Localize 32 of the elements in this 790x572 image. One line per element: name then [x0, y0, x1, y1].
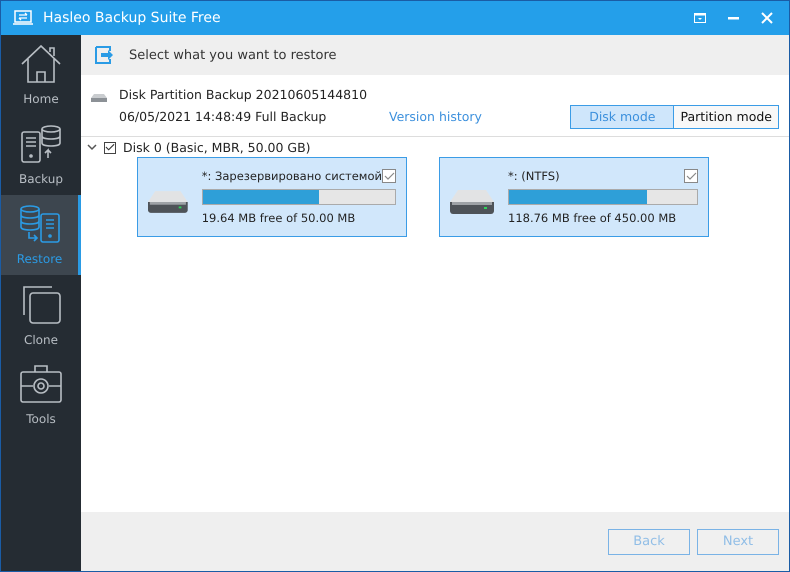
hard-drive-icon: [148, 190, 188, 214]
backup-name: Disk Partition Backup 20210605144810: [119, 87, 368, 102]
app-logo-icon: [13, 10, 33, 26]
sidebar-item[interactable]: Backup: [1, 115, 81, 195]
hard-drive-icon: [450, 190, 494, 214]
partition-usage: 19.64 MB free of 50.00 MB: [202, 211, 356, 225]
mode-tab[interactable]: Partition mode: [673, 106, 778, 128]
sidebar-item[interactable]: Clone: [1, 275, 81, 355]
page-title: Select what you want to restore: [129, 48, 337, 62]
minimize-icon[interactable]: [728, 16, 739, 20]
backup-details: 06/05/2021 14:48:49 Full Backup: [119, 109, 328, 124]
partition-name: *: (NTFS): [508, 169, 560, 183]
database-server-icon: [18, 204, 60, 244]
disk-label: Disk 0 (Basic, MBR, 50.00 GB): [123, 140, 311, 155]
close-icon[interactable]: [761, 12, 773, 24]
chevron-icon[interactable]: [87, 144, 97, 151]
window-title: Hasleo Backup Suite Free: [43, 10, 222, 26]
partition-name: *: Зарезервировано системой: [202, 169, 382, 183]
checkbox[interactable]: [382, 169, 396, 183]
dropdown-icon[interactable]: [694, 13, 706, 23]
checkbox[interactable]: [104, 142, 116, 154]
toolbox-gear-icon: [19, 364, 63, 404]
partition-usage: 118.76 MB free of 450.00 MB: [508, 211, 678, 225]
checkbox[interactable]: [684, 169, 698, 183]
server-database-icon: [20, 124, 62, 164]
sidebar-item[interactable]: Home: [1, 35, 81, 115]
house-icon: [20, 44, 62, 84]
copy-icon: [20, 283, 62, 325]
partition-card[interactable]: *: (NTFS) 118.76 MB free of 450.00 MB: [439, 157, 709, 237]
sidebar-item[interactable]: Tools: [1, 355, 81, 435]
restore-icon: [95, 46, 113, 64]
partition-card[interactable]: *: Зарезервировано системой 19.64 MB free of 50.00 MB: [137, 157, 407, 237]
